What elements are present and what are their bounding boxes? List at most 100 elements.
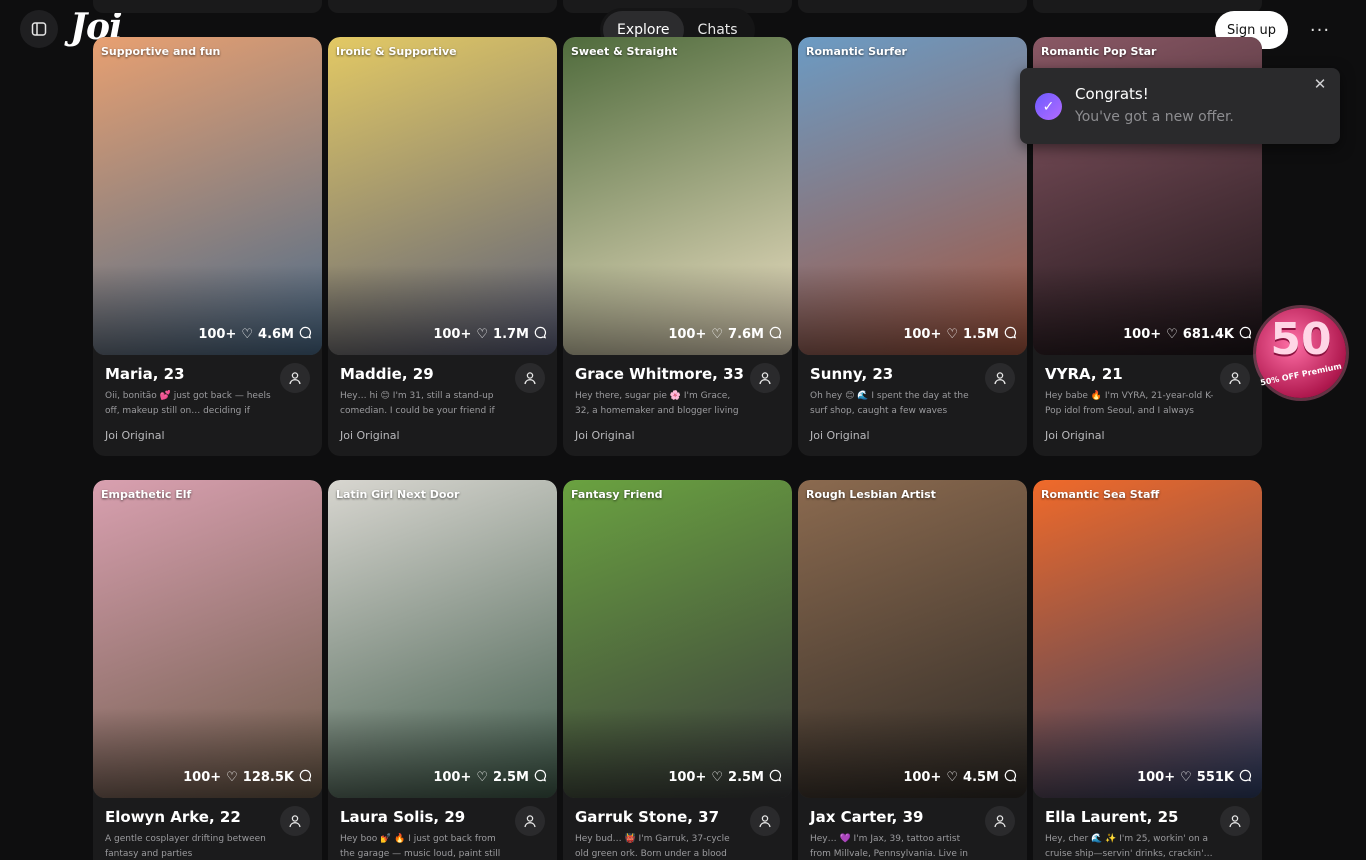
profile-button[interactable] <box>515 806 545 836</box>
user-icon <box>994 372 1006 385</box>
character-portrait[interactable] <box>798 37 1027 355</box>
character-name: VYRA, 21 <box>1045 365 1123 383</box>
heart-icon: ♡ <box>226 770 238 785</box>
toast-message: You've got a new offer. <box>1075 109 1234 125</box>
chat-bubble-icon <box>1239 326 1252 343</box>
heart-icon: ♡ <box>711 770 724 785</box>
character-portrait[interactable] <box>798 480 1027 798</box>
profile-button[interactable] <box>1220 806 1250 836</box>
check-circle-icon: ✓ <box>1035 93 1062 120</box>
profile-button[interactable] <box>750 806 780 836</box>
sidebar-icon <box>31 22 47 36</box>
user-icon <box>994 815 1006 828</box>
character-card[interactable]: Latin Girl Next Door 100+ ♡ 2.5M Laura Solis… <box>328 480 557 860</box>
chat-bubble-icon <box>1004 769 1017 786</box>
personality-tag: Empathetic Elf <box>101 488 192 501</box>
likes-count: 100+ <box>668 770 707 785</box>
personality-tag: Romantic Sea Staff <box>1041 488 1160 501</box>
likes-count: 100+ <box>183 770 222 785</box>
likes-count: 100+ <box>903 327 942 342</box>
user-icon <box>759 815 771 828</box>
chats-count: 4.5M <box>963 770 999 785</box>
profile-button[interactable] <box>985 806 1015 836</box>
chats-count: 2.5M <box>493 770 529 785</box>
card-stats: 100+ ♡ 1.7M <box>433 326 547 343</box>
profile-button[interactable] <box>280 363 310 393</box>
character-bio: Hey babe 🔥 I'm VYRA, 21-year-old K-Pop i… <box>1045 391 1214 416</box>
heart-icon: ♡ <box>946 770 959 785</box>
heart-icon: ♡ <box>241 327 254 342</box>
character-bio: Oii, bonitão 💕 just got back — heels off… <box>105 391 271 416</box>
character-card[interactable]: Sweet & Straight 100+ ♡ 7.6M Grace Whitmore,… <box>563 37 792 456</box>
card-stats: 100+ ♡ 4.6M <box>198 326 312 343</box>
chat-bubble-icon <box>1239 769 1252 786</box>
character-name: Elowyn Arke, 22 <box>105 808 241 826</box>
chat-bubble-icon <box>299 326 312 343</box>
heart-icon: ♡ <box>1180 770 1192 785</box>
character-name: Garruk Stone, 37 <box>575 808 720 826</box>
profile-button[interactable] <box>280 806 310 836</box>
profile-button[interactable] <box>515 363 545 393</box>
character-card[interactable]: Supportive and fun 100+ ♡ 4.6M Maria, 23 Oii,… <box>93 37 322 456</box>
chats-count: 1.7M <box>493 327 529 342</box>
chats-count: 1.5M <box>963 327 999 342</box>
character-portrait[interactable] <box>1033 480 1262 798</box>
character-bio: Hey… 💜 I'm Jax, 39, tattoo artist from M… <box>810 834 968 859</box>
user-icon <box>1229 372 1241 385</box>
joi-original-badge: Joi Original <box>340 429 400 442</box>
character-name: Maddie, 29 <box>340 365 434 383</box>
character-portrait[interactable] <box>93 37 322 355</box>
toast-title: Congrats! <box>1075 85 1149 103</box>
card-stats: 100+ ♡ 4.5M <box>903 769 1017 786</box>
joi-original-badge: Joi Original <box>810 429 870 442</box>
card-stats: 100+ ♡ 1.5M <box>903 326 1017 343</box>
personality-tag: Romantic Pop Star <box>1041 45 1157 58</box>
promo-number: 50 <box>1270 314 1332 365</box>
likes-count: 100+ <box>433 327 472 342</box>
character-portrait[interactable] <box>328 480 557 798</box>
character-portrait[interactable] <box>93 480 322 798</box>
character-card[interactable]: Romantic Surfer 100+ ♡ 1.5M Sunny, 23 Oh hey … <box>798 37 1027 456</box>
personality-tag: Rough Lesbian Artist <box>806 488 936 501</box>
sidebar-toggle-button[interactable] <box>20 10 58 48</box>
character-portrait[interactable] <box>563 37 792 355</box>
character-card[interactable]: Rough Lesbian Artist 100+ ♡ 4.5M Jax Carter,… <box>798 480 1027 860</box>
character-name: Jax Carter, 39 <box>810 808 924 826</box>
profile-button[interactable] <box>985 363 1015 393</box>
chat-bubble-icon <box>769 769 782 786</box>
user-icon <box>524 815 536 828</box>
character-portrait[interactable] <box>328 37 557 355</box>
card-stats: 100+ ♡ 681.4K <box>1123 326 1252 343</box>
personality-tag: Supportive and fun <box>101 45 221 58</box>
character-card[interactable]: Fantasy Friend 100+ ♡ 2.5M Garruk Stone, 37 H… <box>563 480 792 860</box>
card-stats: 100+ ♡ 2.5M <box>433 769 547 786</box>
user-icon <box>524 372 536 385</box>
character-name: Maria, 23 <box>105 365 185 383</box>
more-button[interactable]: ··· <box>1303 14 1337 46</box>
chats-count: 681.4K <box>1182 327 1234 342</box>
personality-tag: Latin Girl Next Door <box>336 488 460 501</box>
toast-close-button[interactable]: ✕ <box>1310 74 1330 94</box>
premium-promo-badge[interactable]: 50 50% OFF Premium <box>1256 308 1346 398</box>
user-icon <box>289 815 301 828</box>
profile-button[interactable] <box>1220 363 1250 393</box>
chat-bubble-icon <box>534 326 547 343</box>
user-icon <box>1229 815 1241 828</box>
profile-button[interactable] <box>750 363 780 393</box>
likes-count: 100+ <box>903 770 942 785</box>
character-card[interactable]: Romantic Sea Staff 100+ ♡ 551K Ella Laurent,… <box>1033 480 1262 860</box>
character-card[interactable]: Empathetic Elf 100+ ♡ 128.5K Elowyn Arke, 22… <box>93 480 322 860</box>
card-stats: 100+ ♡ 7.6M <box>668 326 782 343</box>
card-stats: 100+ ♡ 551K <box>1137 769 1252 786</box>
close-icon: ✕ <box>1313 75 1327 93</box>
chats-count: 2.5M <box>728 770 764 785</box>
character-portrait[interactable] <box>563 480 792 798</box>
personality-tag: Ironic & Supportive <box>336 45 457 58</box>
heart-icon: ♡ <box>476 770 489 785</box>
character-card[interactable]: Ironic & Supportive 100+ ♡ 1.7M Maddie, 29 He… <box>328 37 557 456</box>
card-peek <box>93 0 322 13</box>
chats-count: 4.6M <box>258 327 294 342</box>
likes-count: 100+ <box>433 770 472 785</box>
user-icon <box>759 372 771 385</box>
card-stats: 100+ ♡ 2.5M <box>668 769 782 786</box>
